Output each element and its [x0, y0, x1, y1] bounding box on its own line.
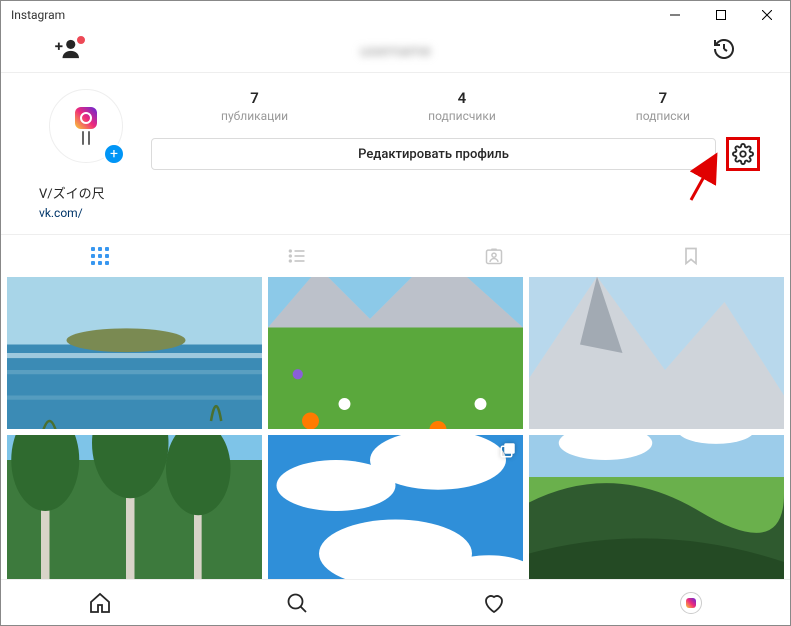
avatar-column: +	[31, 89, 141, 171]
post-thumbnail[interactable]	[529, 277, 784, 429]
stat-posts[interactable]: 7 публикации	[221, 89, 288, 123]
add-friend-button[interactable]	[55, 38, 81, 64]
photo-snowy-mountain	[529, 277, 784, 429]
plus-icon: +	[110, 147, 118, 161]
stat-followers-count: 4	[428, 89, 496, 107]
edit-profile-button[interactable]: Редактировать профиль	[151, 138, 716, 170]
stat-following-count: 7	[636, 89, 690, 107]
profile-meta: V/ズイの尺 vk.com/	[1, 177, 790, 230]
close-icon	[762, 10, 772, 20]
window-controls	[652, 1, 790, 29]
app-header: username	[1, 29, 790, 73]
nav-search[interactable]	[198, 580, 395, 625]
search-icon	[285, 591, 309, 615]
tagged-icon	[484, 246, 504, 266]
tab-tagged[interactable]	[396, 235, 593, 277]
bottom-nav	[1, 579, 790, 625]
photo-seascape	[7, 277, 262, 429]
post-thumbnail[interactable]	[7, 277, 262, 429]
post-thumbnail[interactable]	[529, 435, 784, 587]
display-name: V/ズイの尺	[39, 183, 760, 202]
list-icon	[287, 246, 307, 266]
nav-profile[interactable]	[593, 580, 790, 625]
edit-row: Редактировать профиль	[151, 137, 760, 171]
stat-following-label: подписки	[636, 109, 690, 123]
notification-badge	[75, 34, 87, 46]
nav-home[interactable]	[1, 580, 198, 625]
maximize-icon	[716, 10, 726, 20]
photo-sky-clouds	[268, 435, 523, 587]
home-icon	[88, 591, 112, 615]
heart-icon	[482, 591, 506, 615]
photo-forest	[7, 435, 262, 587]
window-titlebar: Instagram	[1, 1, 790, 29]
nav-activity[interactable]	[396, 580, 593, 625]
header-username[interactable]: username	[360, 41, 431, 60]
stat-posts-count: 7	[221, 89, 288, 107]
profile-section: + 7 публикации 4 подписчики 7 подписки Р…	[1, 73, 790, 177]
avatar-wrap: +	[49, 89, 123, 163]
edit-profile-label: Редактировать профиль	[358, 147, 509, 162]
minimize-icon	[670, 10, 680, 20]
minimize-button[interactable]	[652, 1, 698, 29]
bio-link[interactable]: vk.com/	[39, 206, 760, 220]
window-title: Instagram	[11, 8, 65, 22]
photo-hills	[529, 435, 784, 587]
profile-icon	[680, 592, 702, 614]
album-icon	[499, 441, 517, 459]
tab-saved[interactable]	[593, 235, 790, 277]
view-tabs	[1, 235, 790, 277]
stat-followers[interactable]: 4 подписчики	[428, 89, 496, 123]
tab-list[interactable]	[198, 235, 395, 277]
stats-column: 7 публикации 4 подписчики 7 подписки Ред…	[141, 89, 760, 171]
post-thumbnail[interactable]	[268, 277, 523, 429]
grid-icon	[91, 247, 109, 265]
close-button[interactable]	[744, 1, 790, 29]
post-thumbnail[interactable]	[7, 435, 262, 587]
history-button[interactable]	[712, 37, 736, 65]
saved-icon	[681, 246, 701, 266]
stat-following[interactable]: 7 подписки	[636, 89, 690, 123]
profile-stats: 7 публикации 4 подписчики 7 подписки	[151, 89, 760, 123]
stat-followers-label: подписчики	[428, 109, 496, 123]
tab-grid[interactable]	[1, 235, 198, 277]
history-icon	[712, 37, 736, 61]
avatar-image	[75, 107, 97, 145]
settings-button[interactable]	[726, 137, 760, 171]
post-thumbnail[interactable]	[268, 435, 523, 587]
photo-grid	[1, 277, 790, 587]
photo-meadow-mountains	[268, 277, 523, 429]
stat-posts-label: публикации	[221, 109, 288, 123]
maximize-button[interactable]	[698, 1, 744, 29]
gear-icon	[732, 143, 754, 165]
add-story-button[interactable]: +	[103, 143, 125, 165]
